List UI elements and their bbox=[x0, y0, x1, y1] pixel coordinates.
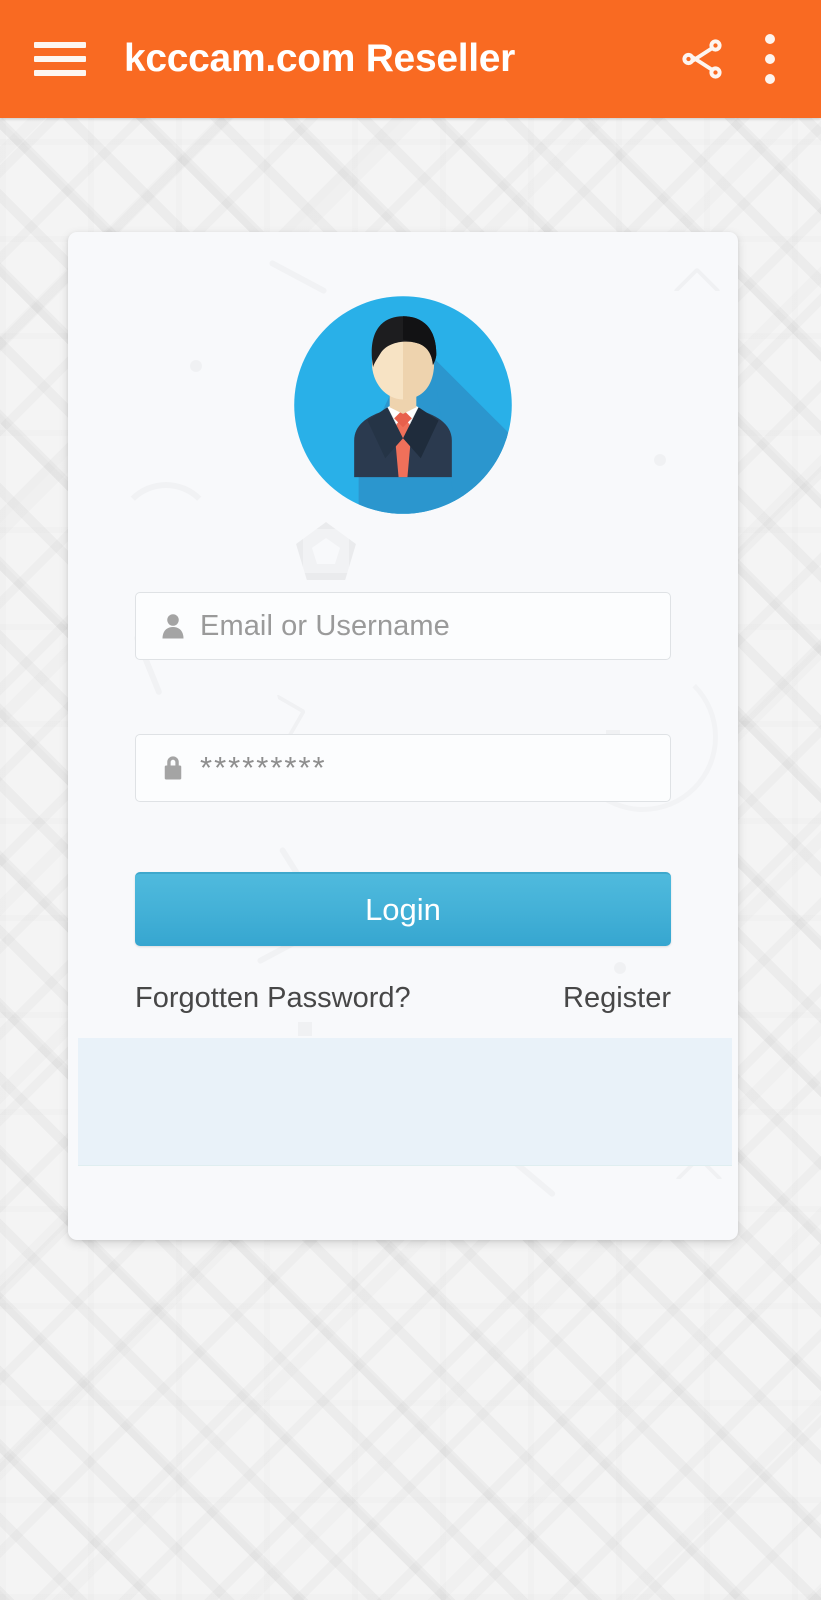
password-input[interactable]: ********* bbox=[135, 734, 671, 802]
email-or-username-placeholder: Email or Username bbox=[200, 609, 450, 642]
user-avatar-businessman-icon bbox=[294, 296, 512, 514]
decorative-triangle-icon bbox=[673, 267, 721, 315]
decorative-dot bbox=[190, 360, 202, 372]
login-form: Email or Username ********* Login Forgot… bbox=[135, 592, 671, 1015]
app-bar-title: kcccam.com Reseller bbox=[124, 37, 516, 80]
app-bar: kcccam.com Reseller bbox=[0, 0, 821, 118]
forgotten-password-link[interactable]: Forgotten Password? bbox=[135, 982, 411, 1015]
decorative-dot bbox=[654, 454, 666, 466]
share-icon[interactable] bbox=[675, 32, 729, 86]
login-button[interactable]: Login bbox=[135, 872, 671, 946]
password-placeholder: ********* bbox=[200, 750, 327, 785]
hamburger-bar-2 bbox=[34, 56, 86, 62]
auth-links-row: Forgotten Password? Register bbox=[135, 982, 671, 1015]
email-or-username-input[interactable]: Email or Username bbox=[135, 592, 671, 660]
hamburger-bar-1 bbox=[34, 42, 86, 48]
avatar bbox=[292, 294, 514, 516]
overflow-dot-2 bbox=[765, 54, 775, 64]
overflow-dot-3 bbox=[765, 74, 775, 84]
hamburger-bar-3 bbox=[34, 70, 86, 76]
decorative-square bbox=[298, 1022, 312, 1036]
lock-icon bbox=[156, 751, 190, 785]
ad-banner[interactable] bbox=[78, 1038, 732, 1166]
decorative-line bbox=[268, 259, 327, 294]
decorative-pentagon-icon bbox=[296, 522, 356, 580]
decorative-arc-icon bbox=[116, 482, 216, 582]
overflow-dot-1 bbox=[765, 34, 775, 44]
hamburger-menu-icon[interactable] bbox=[34, 38, 86, 80]
register-link[interactable]: Register bbox=[563, 982, 671, 1015]
more-vert-icon[interactable] bbox=[755, 28, 785, 90]
person-icon bbox=[156, 609, 190, 643]
